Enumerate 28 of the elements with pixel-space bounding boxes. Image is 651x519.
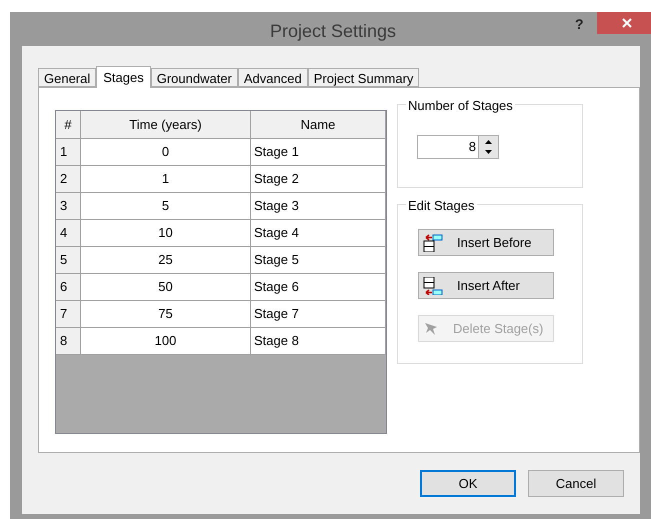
- close-icon: [622, 18, 632, 28]
- table-cell: 5: [56, 247, 81, 274]
- tab[interactable]: General: [38, 68, 96, 87]
- close-button[interactable]: [597, 12, 651, 34]
- table-cell: 100: [81, 328, 251, 355]
- table-cell: 3: [56, 193, 81, 220]
- insert-row-icon: [423, 276, 443, 294]
- table-cell: 7: [56, 301, 81, 328]
- tab[interactable]: Stages: [96, 66, 151, 88]
- table-cell: 4: [56, 220, 81, 247]
- table-cell: 6: [56, 274, 81, 301]
- dialog-button[interactable]: OK: [420, 470, 516, 497]
- tab[interactable]: Project Summary: [308, 68, 420, 87]
- stage-button[interactable]: Insert After: [418, 272, 554, 299]
- dialog-button[interactable]: Cancel: [528, 470, 624, 497]
- spin-value: 8: [468, 138, 477, 156]
- window-title: Project Settings: [270, 20, 396, 43]
- table-cell: Stage 8: [251, 328, 386, 355]
- spin-field[interactable]: 8: [417, 135, 499, 159]
- delete-icon: [423, 320, 439, 336]
- table-cell: 1: [56, 139, 81, 166]
- insert-row-icon: [423, 234, 443, 252]
- stage-button[interactable]: Insert Before: [418, 229, 554, 256]
- table-cell: 2: [56, 166, 81, 193]
- table-cell: 8: [56, 328, 81, 355]
- tab[interactable]: Advanced: [238, 68, 308, 87]
- tab[interactable]: Groundwater: [150, 68, 238, 87]
- help-button[interactable]: ?: [575, 14, 584, 35]
